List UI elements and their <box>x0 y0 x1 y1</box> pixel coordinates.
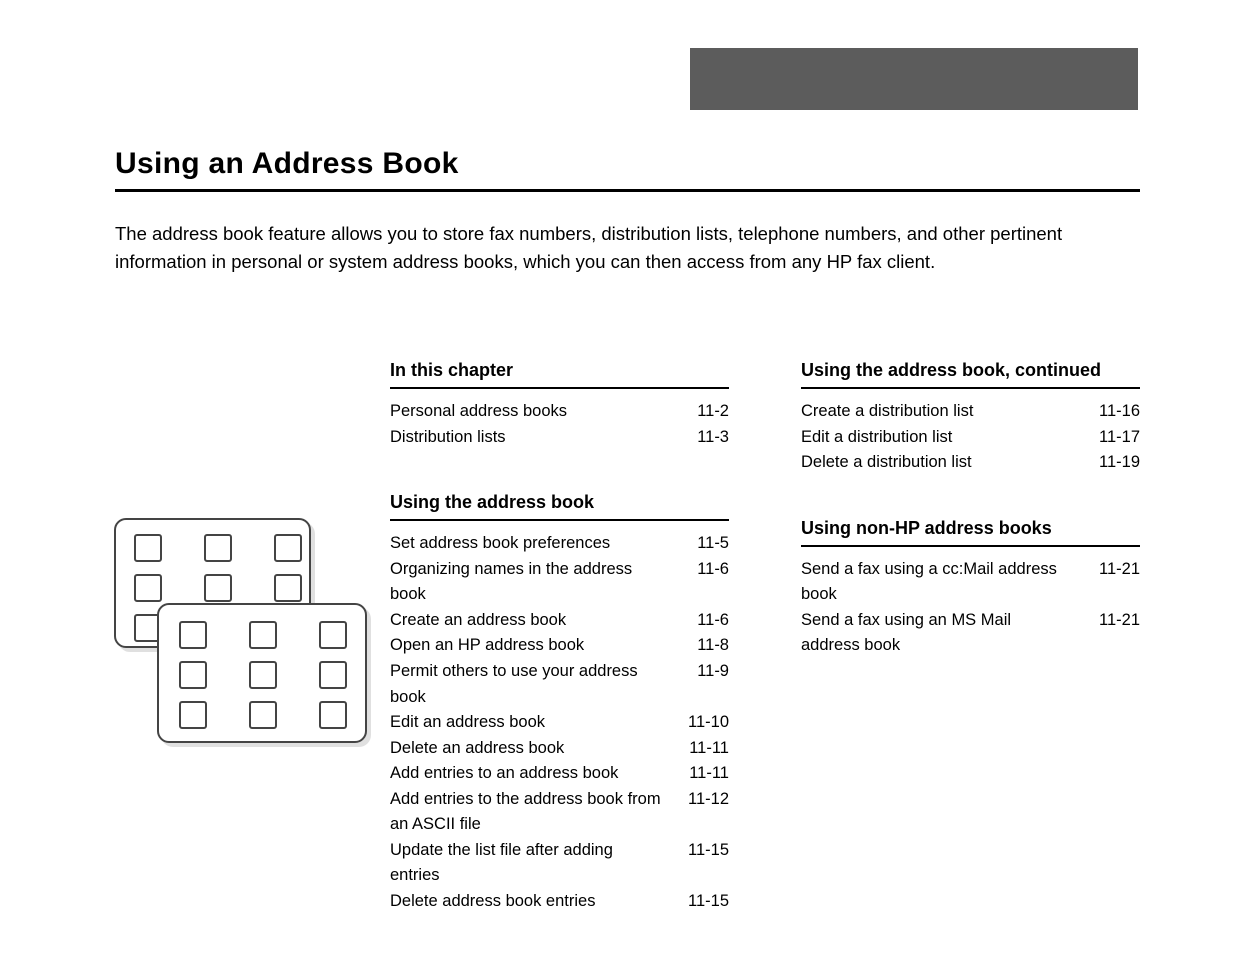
toc-item-label: Set address book preferences <box>390 531 610 557</box>
toc-heading: Using the address book, continued <box>801 360 1140 389</box>
chapter-title: Using an Address Book <box>115 147 1140 192</box>
toc-item-page: 11-21 <box>1099 608 1140 659</box>
toc-item-page: 11-15 <box>688 838 729 889</box>
toc-item-page: 11-21 <box>1099 557 1140 608</box>
toc-item-page: 11-6 <box>697 608 729 634</box>
toc-item-page: 11-17 <box>1099 425 1140 451</box>
toc-item-label: Personal address books <box>390 399 567 425</box>
toc-item-label: Update the list file after adding entrie… <box>390 838 661 889</box>
toc-item-label: Add entries to an address book <box>390 761 618 787</box>
toc-item-label: Organizing names in the address book <box>390 557 661 608</box>
toc-list: Personal address books 11-2 Distribution … <box>390 399 729 450</box>
toc-item-label: Permit others to use your address book <box>390 659 661 710</box>
chapter-tab <box>690 48 1138 110</box>
toc-list: Set address book preferences 11-5 Organiz… <box>390 531 729 914</box>
toc-heading: In this chapter <box>390 360 729 389</box>
toc-item-page: 11-19 <box>1099 450 1140 476</box>
toc-list: Send a fax using a cc:Mail address book 1… <box>801 557 1140 659</box>
toc-item-label: Send a fax using an MS Mail address book <box>801 608 1072 659</box>
toc-column-right: Using the address book, continued Create… <box>801 360 1140 915</box>
toc-item-page: 11-8 <box>697 633 729 659</box>
toc-item-page: 11-9 <box>697 659 729 710</box>
toc-item-page: 11-10 <box>688 710 729 736</box>
toc-heading: Using non-HP address books <box>801 518 1140 547</box>
toc-heading: Using the address book <box>390 492 729 521</box>
keypad-panel-front <box>157 603 367 743</box>
toc-item-page: 11-15 <box>688 889 729 915</box>
toc-item-label: Add entries to the address book from an … <box>390 787 661 838</box>
toc-item-page: 11-11 <box>689 761 729 787</box>
toc-item-label: Delete address book entries <box>390 889 595 915</box>
toc-column-left: In this chapter Personal address books 11… <box>390 360 729 915</box>
toc-item-page: 11-3 <box>697 425 729 451</box>
toc-item-label: Distribution lists <box>390 425 506 451</box>
toc: In this chapter Personal address books 11… <box>390 360 1140 915</box>
chapter-summary: The address book feature allows you to s… <box>115 220 1140 276</box>
toc-item-page: 11-11 <box>689 736 729 762</box>
toc-item-label: Open an HP address book <box>390 633 584 659</box>
toc-item-label: Create an address book <box>390 608 566 634</box>
toc-item-label: Edit an address book <box>390 710 545 736</box>
toc-list: Create a distribution list 11-16 Edit a d… <box>801 399 1140 476</box>
toc-item-label: Create a distribution list <box>801 399 973 425</box>
toc-item-page: 11-5 <box>697 531 729 557</box>
toc-item-page: 11-6 <box>697 557 729 608</box>
toc-item-label: Delete a distribution list <box>801 450 972 476</box>
toc-item-page: 11-16 <box>1099 399 1140 425</box>
toc-item-label: Send a fax using a cc:Mail address book <box>801 557 1072 608</box>
toc-item-label: Delete an address book <box>390 736 564 762</box>
toc-item-page: 11-2 <box>697 399 729 425</box>
toc-item-page: 11-12 <box>688 787 729 838</box>
toc-item-label: Edit a distribution list <box>801 425 952 451</box>
